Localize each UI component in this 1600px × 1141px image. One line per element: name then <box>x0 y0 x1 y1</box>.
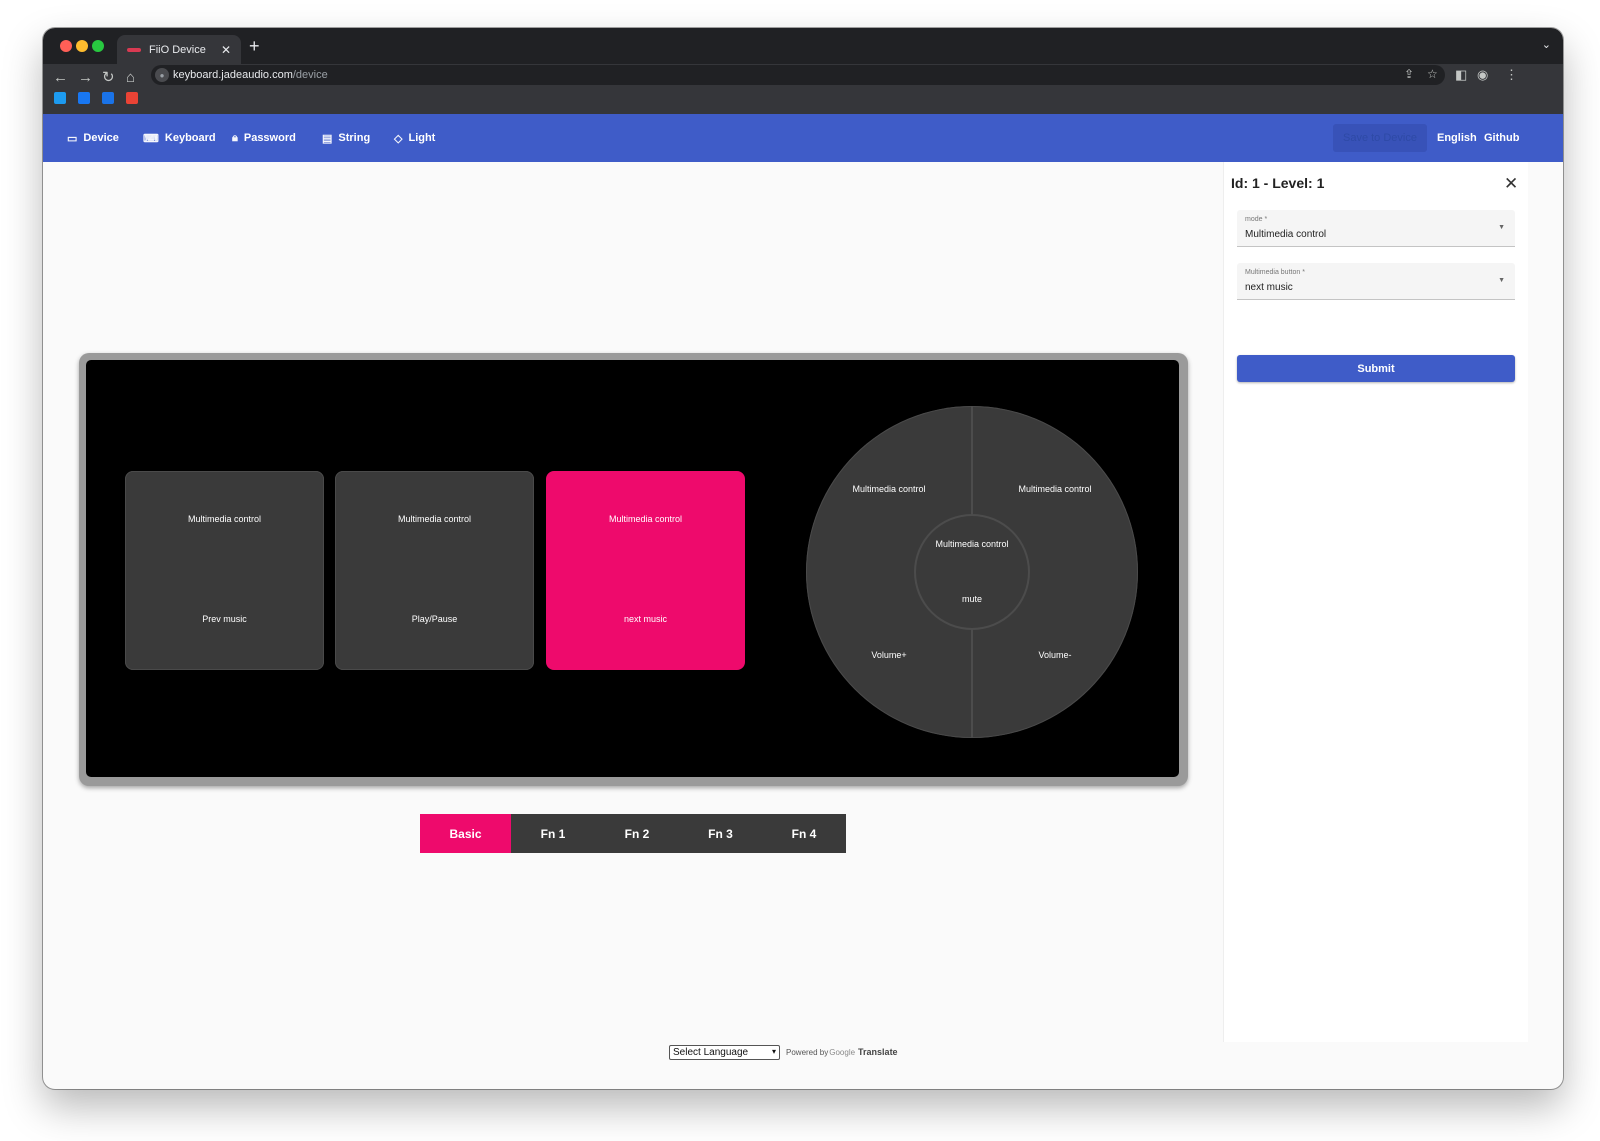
home-icon[interactable]: ⌂ <box>126 68 135 88</box>
key-mode-label: Multimedia control <box>187 514 262 524</box>
mode-value: Multimedia control <box>1245 229 1327 240</box>
multimedia-button-select[interactable]: Multimedia button * next music ▼ <box>1237 263 1515 300</box>
mode-select[interactable]: mode * Multimedia control ▼ <box>1237 210 1515 247</box>
knob-center-function-label[interactable]: mute <box>962 594 982 604</box>
bookmark-blue-icon[interactable] <box>78 92 90 104</box>
browser-window: FiiO Device ✕ + ⌄ ← → ↻ ⌂ ● keyboard.jad… <box>43 28 1563 1089</box>
url-path: /device <box>292 69 328 81</box>
nav-item-password[interactable]: 🔒︎ Password <box>232 114 296 162</box>
key-mode-label: Multimedia control <box>397 514 472 524</box>
light-icon: ◇ <box>394 132 403 145</box>
translate-link[interactable]: Translate <box>858 1047 898 1057</box>
nav-item-light[interactable]: ◇ Light <box>394 114 435 162</box>
tab-basic[interactable]: Basic <box>420 814 511 853</box>
dropdown-arrow-icon: ▼ <box>1498 224 1505 231</box>
browser-toolbar: ← → ↻ ⌂ ● keyboard.jadeaudio.com/device … <box>43 64 1563 114</box>
google-logo: Google <box>829 1047 856 1057</box>
multimedia-button-value: next music <box>1245 282 1293 293</box>
language-select[interactable]: Select Language ▾ <box>669 1044 780 1060</box>
select-arrow-icon: ▾ <box>771 1046 776 1056</box>
knob-center-button[interactable] <box>916 516 1028 628</box>
google-translate-bar: Select Language ▾ Powered by Google Tran… <box>669 1044 898 1060</box>
knob-top-right-label[interactable]: Multimedia control <box>1018 484 1091 494</box>
dropdown-arrow-icon: ▼ <box>1498 277 1505 284</box>
tab-fn2[interactable]: Fn 2 <box>595 814 679 853</box>
side-panel-icon[interactable]: ◧ <box>1455 67 1467 83</box>
lock-icon: 🔒︎ <box>232 131 238 144</box>
keyboard-surface: Multimedia control Prev music Multimedia… <box>86 360 1179 777</box>
mode-label: mode * <box>1245 216 1268 223</box>
tab-fn3[interactable]: Fn 3 <box>679 814 762 853</box>
maximize-window-button[interactable] <box>92 40 104 52</box>
device-icon: ▭ <box>67 132 78 145</box>
bookmark-twitter-icon[interactable] <box>54 92 66 104</box>
key-function-label: Play/Pause <box>411 614 458 624</box>
tab-list-chevron-icon[interactable]: ⌄ <box>1542 38 1551 51</box>
nav-item-label: Device <box>83 132 119 144</box>
browser-tab[interactable]: FiiO Device ✕ <box>117 35 241 64</box>
language-button[interactable]: English <box>1437 114 1477 162</box>
nav-item-string[interactable]: ▤ String <box>322 114 370 162</box>
knob-center-mode-label[interactable]: Multimedia control <box>935 539 1008 549</box>
nav-item-device[interactable]: ▭ Device <box>67 114 119 162</box>
profile-avatar-icon[interactable]: ◉ <box>1477 67 1488 83</box>
multimedia-button-label: Multimedia button * <box>1245 269 1305 276</box>
key-mode-label: Multimedia control <box>608 514 683 524</box>
message-icon: ▤ <box>322 132 333 145</box>
address-bar[interactable]: ● keyboard.jadeaudio.com/device ⇪ ☆ <box>151 65 1445 85</box>
knob-bottom-right-label[interactable]: Volume- <box>1038 650 1071 660</box>
tab-fn4[interactable]: Fn 4 <box>762 814 846 853</box>
bookmark-gmail-icon[interactable] <box>126 92 138 104</box>
nav-item-keyboard[interactable]: ⌨ Keyboard <box>143 114 216 162</box>
url-host: keyboard.jadeaudio.com <box>173 69 293 81</box>
minimize-window-button[interactable] <box>76 40 88 52</box>
key-function-label: Prev music <box>202 614 247 624</box>
close-icon[interactable]: ✕ <box>1504 174 1518 194</box>
share-icon[interactable]: ⇪ <box>1404 67 1414 81</box>
close-window-button[interactable] <box>60 40 72 52</box>
keyboard-icon: ⌨ <box>143 132 159 145</box>
tab-title: FiiO Device <box>149 43 206 56</box>
new-tab-button[interactable]: + <box>249 36 260 56</box>
key-3-selected[interactable]: Multimedia control next music <box>546 471 745 670</box>
fiio-favicon-icon <box>127 47 141 52</box>
knob-bottom-left-label[interactable]: Volume+ <box>871 650 906 660</box>
bookmark-star-icon[interactable]: ☆ <box>1427 67 1438 81</box>
save-to-device-button[interactable]: Save to Device <box>1333 124 1427 152</box>
tab-fn1[interactable]: Fn 1 <box>511 814 595 853</box>
forward-icon[interactable]: → <box>78 68 93 88</box>
lock-icon[interactable]: ● <box>155 68 169 82</box>
powered-by-text: Powered by <box>786 1047 829 1057</box>
app-navbar: ▭ Device ⌨ Keyboard 🔒︎ Password ▤ String… <box>43 114 1563 162</box>
bookmark-blue-2-icon[interactable] <box>102 92 114 104</box>
key-2[interactable]: Multimedia control Play/Pause <box>335 471 534 670</box>
rotary-knob[interactable]: Multimedia control Multimedia control Mu… <box>806 406 1138 738</box>
reload-icon[interactable]: ↻ <box>102 68 115 88</box>
github-link[interactable]: Github <box>1484 114 1519 162</box>
layer-tabs: Basic Fn 1 Fn 2 Fn 3 Fn 4 <box>420 814 846 853</box>
keyboard-device: Multimedia control Prev music Multimedia… <box>79 353 1188 786</box>
nav-item-label: Light <box>408 132 436 144</box>
key-function-label: next music <box>623 614 667 624</box>
nav-item-label: Password <box>243 132 296 144</box>
submit-button[interactable]: Submit <box>1237 355 1515 382</box>
close-tab-icon[interactable]: ✕ <box>221 43 231 57</box>
key-1[interactable]: Multimedia control Prev music <box>125 471 324 670</box>
knob-top-left-label[interactable]: Multimedia control <box>852 484 925 494</box>
nav-item-label: String <box>338 132 371 144</box>
back-icon[interactable]: ← <box>53 68 68 88</box>
nav-item-label: Keyboard <box>164 132 216 144</box>
panel-title: Id: 1 - Level: 1 <box>1231 175 1325 191</box>
language-select-value: Select Language <box>673 1046 749 1058</box>
menu-dots-icon[interactable]: ⋮ <box>1505 67 1518 83</box>
key-settings-panel: Id: 1 - Level: 1 ✕ mode * Multimedia con… <box>1223 162 1528 1042</box>
tab-bar: FiiO Device ✕ + ⌄ <box>43 28 1563 64</box>
